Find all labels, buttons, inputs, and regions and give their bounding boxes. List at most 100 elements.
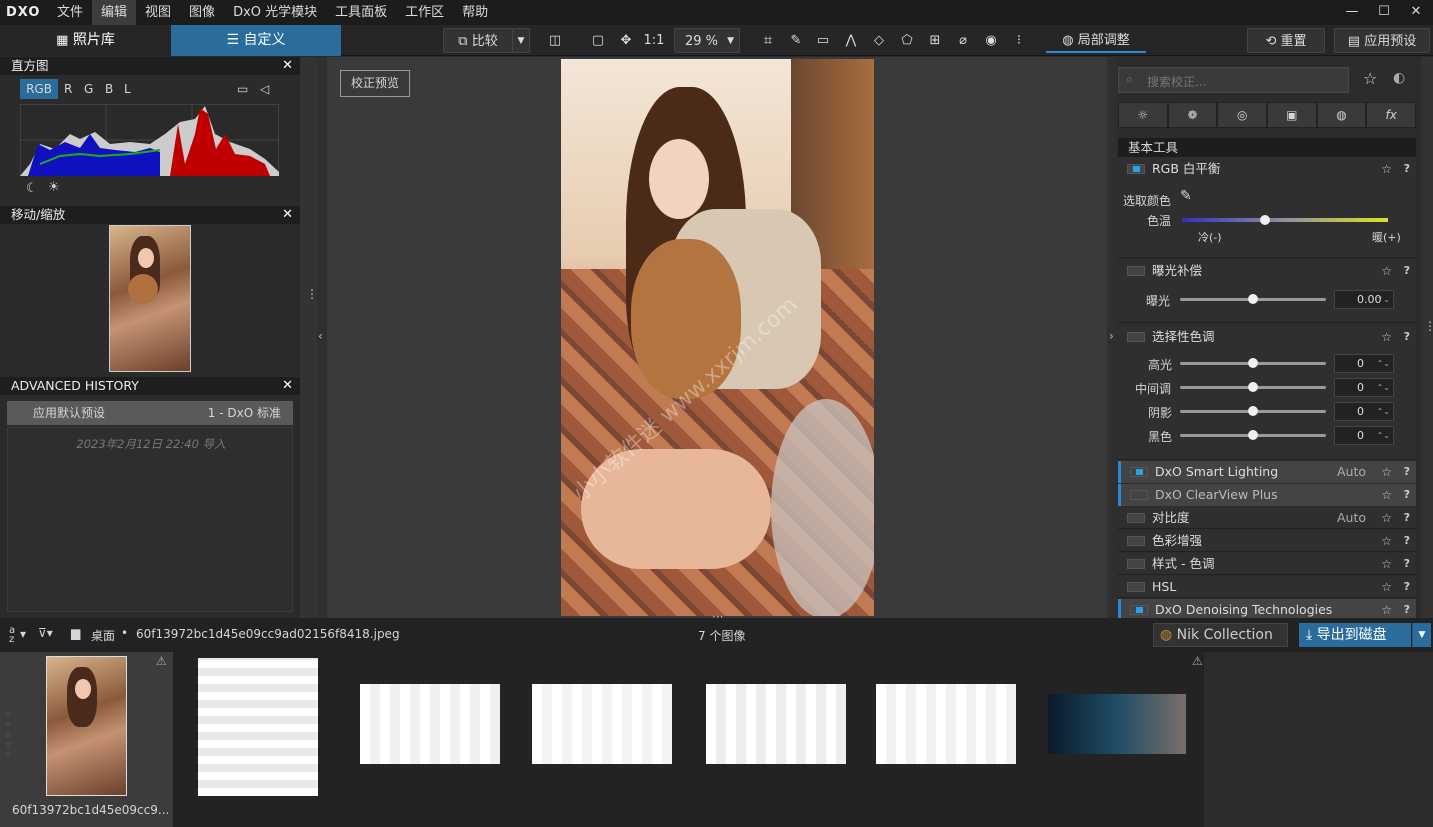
perspective-8-icon[interactable]: ⬠	[896, 28, 918, 53]
star-icon[interactable]: ☆	[1381, 530, 1392, 552]
menu-edit[interactable]: 编辑	[92, 0, 137, 25]
side-by-side-icon[interactable]: ◫	[544, 28, 566, 53]
film-thumb-5[interactable]	[706, 684, 846, 764]
fit-screen-icon[interactable]: ▢	[588, 28, 608, 53]
history-item[interactable]: 应用默认预设 1 - DxO 标准	[7, 401, 293, 425]
soft-proof-icon[interactable]: ◁	[260, 79, 269, 99]
film-thumb-selected[interactable]: ⚠ ☆ ☆ ☆ ☆ ☆ 60f13972bc1d45e09cc9...	[0, 652, 173, 827]
eyedropper-icon[interactable]: ✎	[1180, 188, 1192, 204]
export-dropdown[interactable]: ▼	[1412, 623, 1431, 647]
star-icon[interactable]: ☆	[1381, 576, 1392, 598]
local-adjust-button[interactable]: ◍ 局部调整	[1046, 28, 1146, 53]
smart-lighting-toggle[interactable]	[1130, 467, 1148, 477]
menu-view[interactable]: 视图	[136, 0, 180, 25]
right-scrollbar[interactable]: ⋮	[1421, 57, 1433, 618]
menu-file[interactable]: 文件	[48, 0, 92, 25]
star-icon[interactable]: ☆	[1381, 158, 1392, 180]
reset-button[interactable]: ⟲ 重置	[1247, 28, 1325, 53]
film-thumb-3[interactable]	[360, 684, 500, 764]
help-icon[interactable]: ?	[1404, 507, 1410, 529]
channel-r[interactable]: R	[64, 79, 72, 99]
contrast-toggle[interactable]	[1127, 513, 1145, 523]
film-thumb-2[interactable]	[198, 658, 318, 796]
tab-geometry-icon[interactable]: ▣	[1267, 102, 1317, 128]
star-icon[interactable]: ☆	[1381, 507, 1392, 529]
zoom-select[interactable]: 29 % ▼	[674, 28, 740, 53]
tab-fx-icon[interactable]: fx	[1366, 102, 1417, 128]
tab-light-icon[interactable]: ☼	[1118, 102, 1168, 128]
slider-knob[interactable]	[1248, 406, 1258, 416]
dust-icon[interactable]: ⁝	[1008, 28, 1030, 53]
tone-header[interactable]: 选择性色调 ☆ ?	[1118, 326, 1416, 348]
denoising-toggle[interactable]	[1130, 605, 1148, 615]
star-icon[interactable]: ☆	[1381, 326, 1392, 348]
highlights-value-field[interactable]: 0 ⌃⌄	[1334, 354, 1394, 373]
exposure-header[interactable]: 曝光补偿 ☆ ?	[1118, 260, 1416, 282]
moon-icon[interactable]: ☾	[26, 181, 38, 196]
shadows-slider[interactable]	[1180, 406, 1326, 416]
move-icon[interactable]: ✥	[616, 28, 636, 53]
export-button[interactable]: ⤓ 导出到磁盘	[1299, 623, 1411, 647]
volume-deformation-icon[interactable]: ⊞	[924, 28, 946, 53]
highlights-slider[interactable]	[1180, 358, 1326, 368]
navigator-thumbnail[interactable]	[109, 225, 191, 372]
channel-b[interactable]: B	[105, 79, 113, 99]
star-icon[interactable]: ☆	[1381, 553, 1392, 575]
spin-icon[interactable]: ⌃⌄	[1377, 403, 1390, 420]
help-icon[interactable]: ?	[1404, 158, 1410, 180]
search-field[interactable]: ⌕ 搜索校正...	[1118, 67, 1349, 93]
compare-button[interactable]: ⧉ 比较	[443, 28, 513, 53]
correction-preview-button[interactable]: 校正预览	[340, 70, 410, 97]
slider-knob[interactable]	[1248, 382, 1258, 392]
star-icon[interactable]: ☆	[1381, 484, 1392, 506]
help-icon[interactable]: ?	[1404, 484, 1410, 506]
tool-smart-lighting[interactable]: DxO Smart Lighting Auto ☆ ?	[1118, 461, 1416, 483]
zoom-1to1-button[interactable]: 1:1	[642, 28, 666, 53]
exposure-value-field[interactable]: 0.00 ⌃⌄	[1334, 290, 1394, 309]
main-photo[interactable]: 小小软件迷 www.xxrjm.com	[561, 59, 874, 616]
perspective-rect-icon[interactable]: ◇	[868, 28, 890, 53]
channel-g[interactable]: G	[84, 79, 93, 99]
crop-icon[interactable]: ⌗	[758, 28, 778, 53]
wb-header[interactable]: RGB 白平衡 ☆ ?	[1118, 158, 1416, 180]
spin-icon[interactable]: ⌃⌄	[1377, 355, 1390, 372]
repair-icon[interactable]: ⌀	[952, 28, 974, 53]
film-thumb-6[interactable]	[876, 684, 1016, 764]
tool-clearview[interactable]: DxO ClearView Plus ☆ ?	[1118, 484, 1416, 506]
folder-name[interactable]: 桌面	[91, 627, 115, 644]
vibrancy-toggle[interactable]	[1127, 536, 1145, 546]
channel-rgb[interactable]: RGB	[20, 79, 58, 99]
exposure-knob[interactable]	[1248, 294, 1258, 304]
compare-dropdown[interactable]: ▼	[512, 28, 530, 53]
tab-detail-icon[interactable]: ◎	[1217, 102, 1268, 128]
help-icon[interactable]: ?	[1404, 530, 1410, 552]
tone-toggle[interactable]	[1127, 332, 1145, 342]
perspective-icon[interactable]: ⋀	[840, 28, 862, 53]
sort-icon[interactable]: az	[9, 626, 15, 645]
tool-vibrancy[interactable]: 色彩增强 ☆ ?	[1118, 530, 1416, 552]
tool-hsl[interactable]: HSL ☆ ?	[1118, 576, 1416, 598]
slider-knob[interactable]	[1248, 430, 1258, 440]
tab-local-icon[interactable]: ◍	[1316, 102, 1367, 128]
left-collapse[interactable]: ‹	[317, 57, 327, 618]
help-icon[interactable]: ?	[1404, 461, 1410, 483]
spin-icon[interactable]: ⌃⌄	[1377, 291, 1390, 308]
monitor-icon[interactable]: ▭	[237, 79, 248, 99]
film-thumb-7[interactable]	[1048, 694, 1186, 754]
smart-lighting-auto[interactable]: Auto	[1337, 461, 1366, 483]
close-icon[interactable]: ✕	[282, 57, 293, 75]
tab-color-icon[interactable]: ❁	[1167, 102, 1218, 128]
right-collapse[interactable]: ›	[1107, 57, 1117, 618]
clearview-toggle[interactable]	[1130, 490, 1148, 500]
nik-collection-button[interactable]: ◍ Nik Collection	[1153, 623, 1288, 647]
apply-preset-button[interactable]: ▤ 应用预设	[1334, 28, 1430, 53]
shadows-value-field[interactable]: 0 ⌃⌄	[1334, 402, 1394, 421]
maximize-button[interactable]: ☐	[1368, 0, 1400, 25]
rating-stars-icon[interactable]: ☆ ☆ ☆ ☆ ☆	[4, 710, 12, 760]
spin-icon[interactable]: ⌃⌄	[1377, 427, 1390, 444]
menu-palettes[interactable]: 工具面板	[326, 0, 396, 25]
help-icon[interactable]: ?	[1404, 260, 1410, 282]
menu-image[interactable]: 图像	[180, 0, 224, 25]
menu-help[interactable]: 帮助	[453, 0, 497, 25]
wb-toggle[interactable]	[1127, 164, 1145, 174]
